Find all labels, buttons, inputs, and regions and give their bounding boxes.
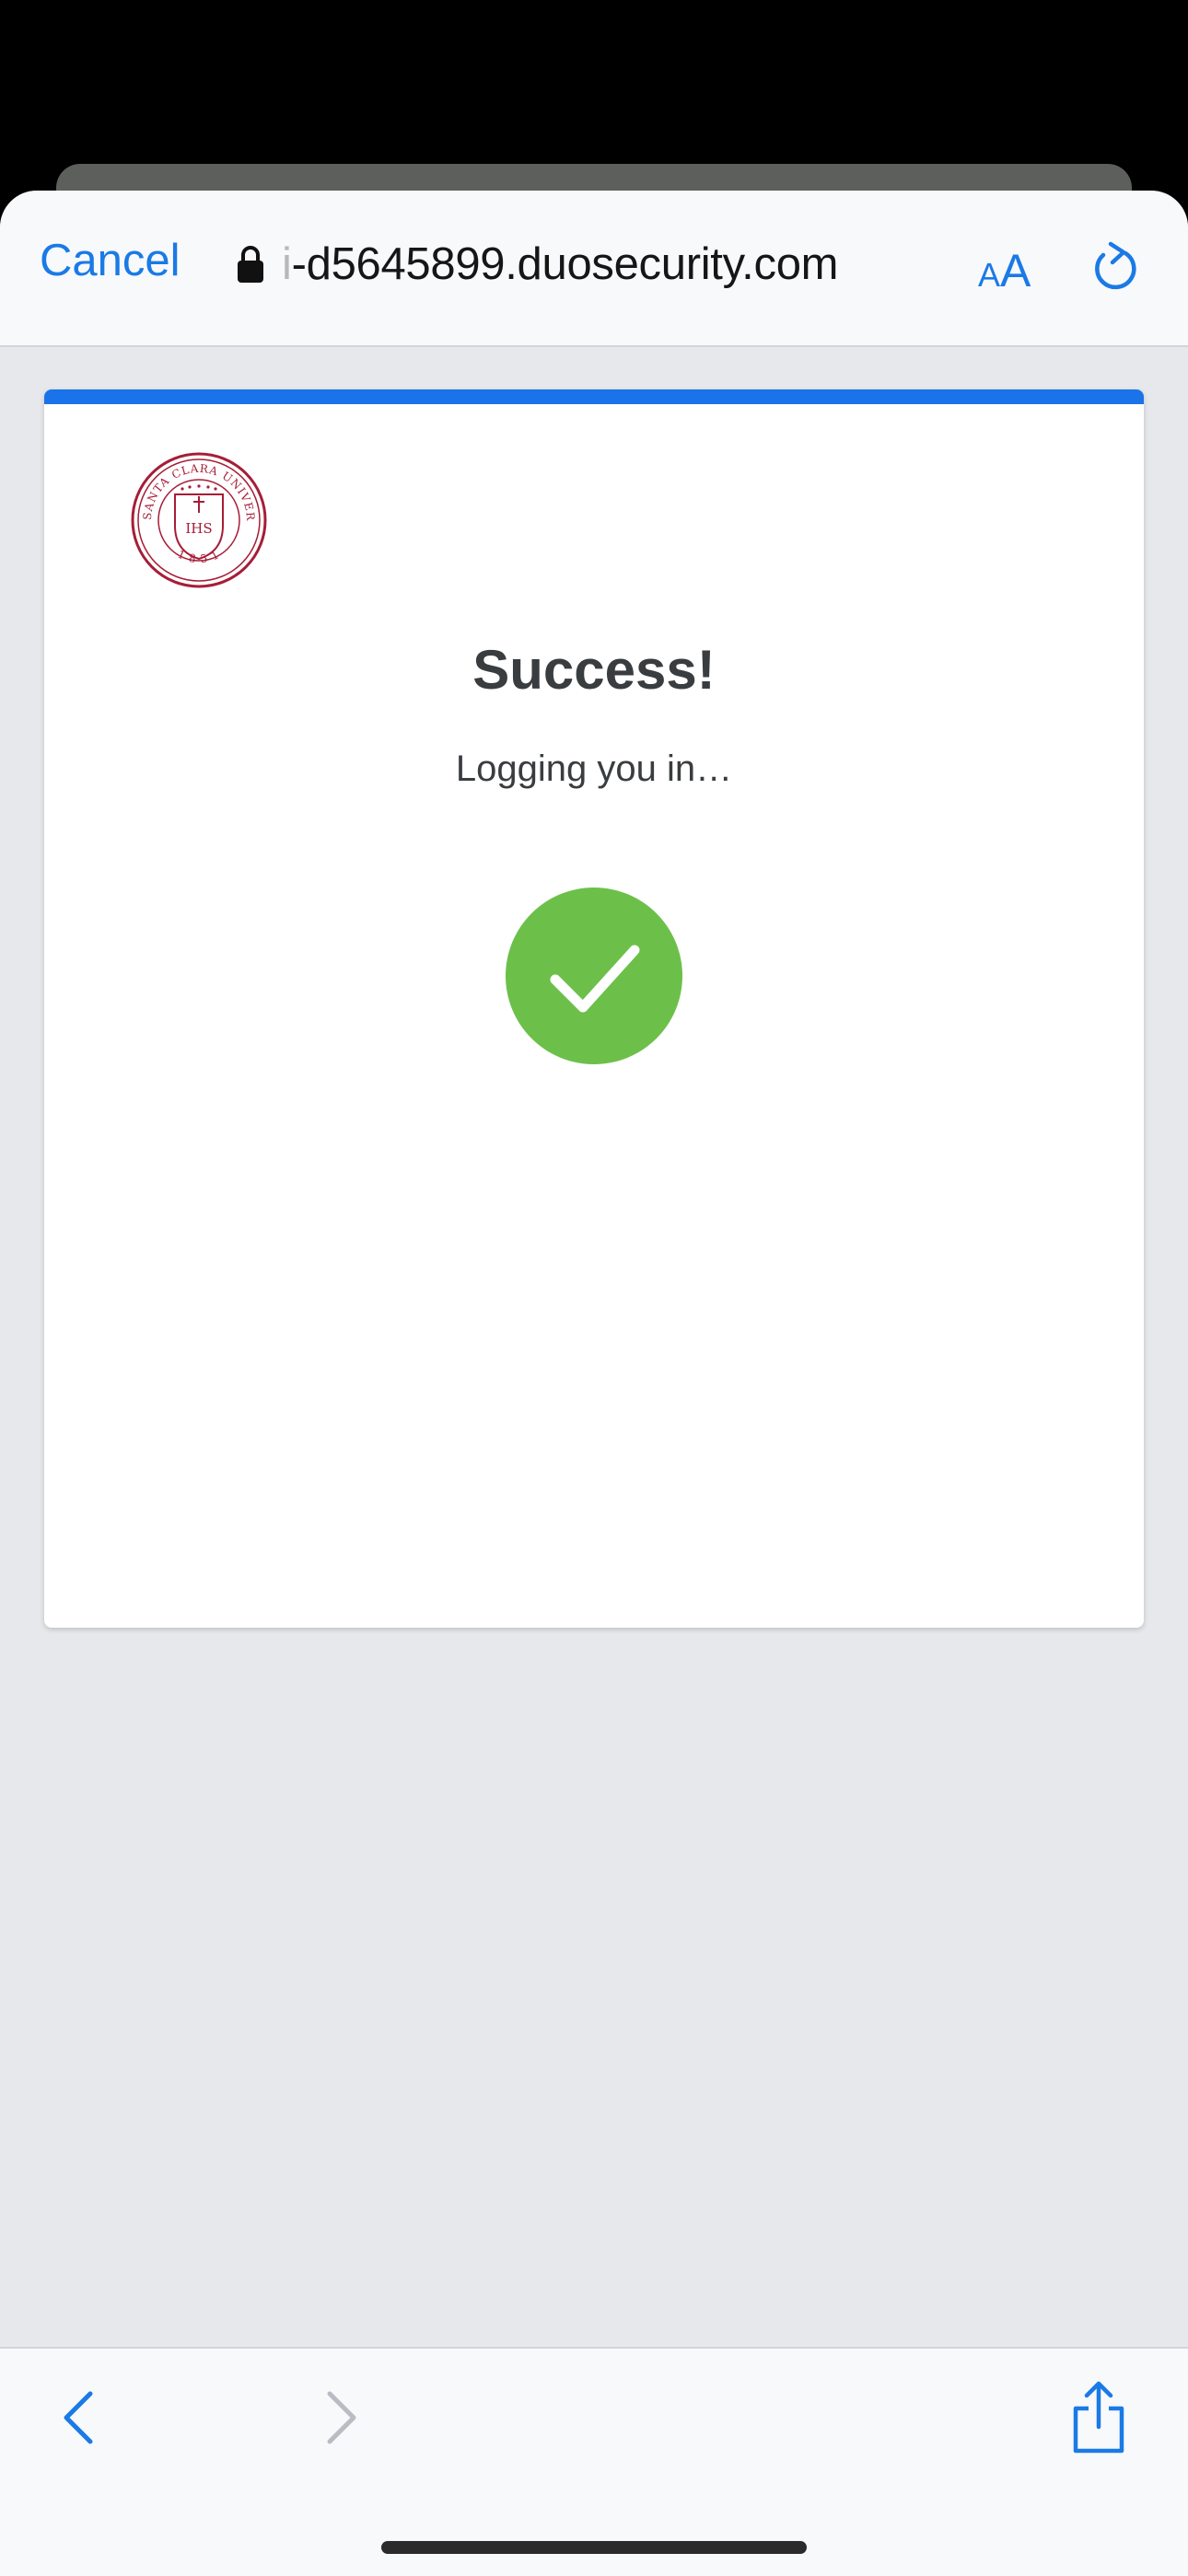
seal-monogram: IHS [185, 520, 212, 537]
success-title: Success! [472, 639, 716, 701]
card-accent-bar [44, 389, 1144, 404]
reload-icon[interactable] [1089, 238, 1140, 297]
browser-top-bar: Cancel i-d5645899.duosecurity.com AA [0, 191, 1188, 347]
checkmark-icon [506, 888, 682, 1064]
lock-icon [238, 246, 263, 283]
duo-prompt-card: SANTA CLARA UNIVERSITY 1851 IHS Success!… [44, 389, 1144, 1628]
home-indicator [381, 2541, 807, 2554]
url-faded-prefix: i [282, 238, 292, 289]
url-domain: -d5645899.duosecurity.com [291, 238, 839, 289]
cancel-button[interactable]: Cancel [40, 238, 181, 284]
share-icon[interactable] [1068, 2381, 1129, 2454]
text-size-large-label: A [1000, 245, 1031, 296]
status-text: Logging you in… [455, 748, 733, 789]
browser-sheet: Cancel i-d5645899.duosecurity.com AA SAN… [0, 191, 1188, 2574]
university-seal-logo: SANTA CLARA UNIVERSITY 1851 IHS [131, 452, 267, 588]
chevron-right-icon[interactable] [317, 2388, 363, 2447]
url-text: i-d5645899.duosecurity.com [282, 238, 839, 289]
address-bar[interactable]: i-d5645899.duosecurity.com [236, 237, 838, 292]
text-size-small-label: A [978, 256, 1001, 294]
text-size-button[interactable]: AA [978, 248, 1031, 294]
chevron-left-icon[interactable] [57, 2388, 103, 2447]
